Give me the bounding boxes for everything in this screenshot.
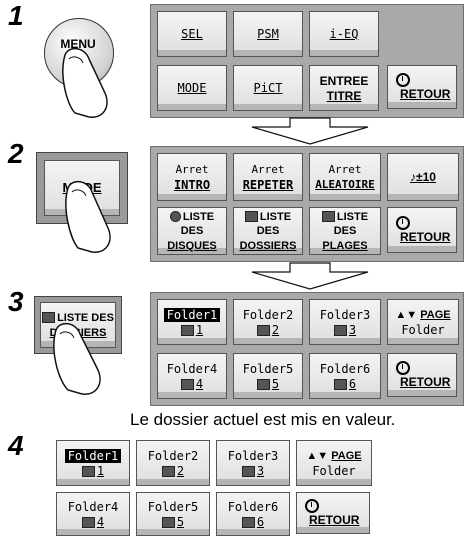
timer-icon bbox=[396, 73, 410, 87]
folder-icon bbox=[256, 378, 270, 390]
ieq-button[interactable]: i-EQ bbox=[309, 11, 379, 57]
page-arrows-icon: ▲▼ bbox=[306, 449, 332, 462]
retour-button[interactable]: RETOUR bbox=[387, 353, 457, 397]
mode-button[interactable]: MODE bbox=[157, 65, 227, 111]
timer-icon bbox=[396, 216, 410, 230]
folder-5-button[interactable]: Folder5 5 bbox=[233, 353, 303, 399]
finger-icon bbox=[53, 322, 101, 395]
folder-1-button[interactable]: Folder1 1 bbox=[56, 440, 130, 486]
folder-icon bbox=[81, 465, 95, 477]
page-folder-button[interactable]: ▲▼ PAGE Folder bbox=[387, 299, 459, 345]
liste-plages-button[interactable]: LISTE DES PLAGES bbox=[309, 207, 381, 255]
retour-button[interactable]: RETOUR bbox=[296, 492, 370, 534]
aleatoire-button[interactable]: Arret ALEATOIRE bbox=[309, 153, 381, 201]
panel-mode-menu: Arret INTRO Arret REPETER Arret ALEATOIRE ♪… bbox=[150, 146, 464, 262]
folder-icon bbox=[81, 516, 95, 528]
panel-folder-list: Folder1 1 Folder2 2 Folder3 3 ▲▼ PAGE Folder… bbox=[150, 292, 464, 406]
down-arrow-icon bbox=[251, 262, 369, 290]
folder-icon bbox=[180, 378, 194, 390]
folder-4-button[interactable]: Folder4 4 bbox=[56, 492, 130, 536]
step-number-4: 4 bbox=[8, 430, 24, 461]
liste-disques-button[interactable]: LISTE DES DISQUES bbox=[157, 207, 227, 255]
folder-icon bbox=[256, 324, 270, 336]
folder-icon bbox=[241, 516, 255, 528]
folder-icon bbox=[244, 211, 258, 223]
folder-icon bbox=[161, 465, 175, 477]
folder-icon bbox=[241, 465, 255, 477]
retour-button[interactable]: RETOUR bbox=[387, 65, 457, 109]
folder-icon bbox=[333, 324, 347, 336]
intro-button[interactable]: Arret INTRO bbox=[157, 153, 227, 201]
timer-icon bbox=[305, 499, 319, 513]
entree-titre-button[interactable]: ENTREE TITRE bbox=[309, 65, 379, 111]
retour-button[interactable]: RETOUR bbox=[387, 207, 457, 253]
volume-adjust-button[interactable]: ♪±10 bbox=[387, 153, 459, 201]
folder-icon bbox=[180, 324, 194, 336]
finger-icon bbox=[62, 47, 108, 118]
folder-2-button[interactable]: Folder2 2 bbox=[233, 299, 303, 345]
sel-button[interactable]: SEL bbox=[157, 11, 227, 57]
track-icon bbox=[321, 211, 335, 223]
folder-6-button[interactable]: Folder6 6 bbox=[309, 353, 381, 399]
folder-2-button[interactable]: Folder2 2 bbox=[136, 440, 210, 486]
psm-button[interactable]: PSM bbox=[233, 11, 303, 57]
pict-button[interactable]: PiCT bbox=[233, 65, 303, 111]
panel-main-menu: SEL PSM i-EQ MODE PiCT ENTREE TITRE RETOU… bbox=[150, 4, 464, 118]
step-number-2: 2 bbox=[8, 138, 24, 169]
timer-icon bbox=[396, 361, 410, 375]
folder-1-button[interactable]: Folder1 1 bbox=[157, 299, 227, 345]
finger-icon bbox=[65, 180, 111, 253]
repeter-button[interactable]: Arret REPETER bbox=[233, 153, 303, 201]
folder-3-button[interactable]: Folder3 3 bbox=[216, 440, 290, 486]
page-arrows-icon: ▲▼ bbox=[395, 308, 421, 321]
panel-folder-list-result: Folder1 1 Folder2 2 Folder3 3 ▲▼ PAGE Folder… bbox=[56, 440, 374, 536]
folder-4-button[interactable]: Folder4 4 bbox=[157, 353, 227, 399]
liste-dossiers-button[interactable]: LISTE DES DOSSIERS bbox=[233, 207, 303, 255]
step-number-1: 1 bbox=[8, 0, 24, 31]
folder-icon bbox=[161, 516, 175, 528]
folder-6-button[interactable]: Folder6 6 bbox=[216, 492, 290, 536]
disc-icon bbox=[169, 211, 181, 223]
folder-icon bbox=[333, 378, 347, 390]
page-folder-button[interactable]: ▲▼ PAGE Folder bbox=[296, 440, 372, 486]
folder-5-button[interactable]: Folder5 5 bbox=[136, 492, 210, 536]
step-number-3: 3 bbox=[8, 286, 24, 317]
caption: Le dossier actuel est mis en valeur. bbox=[130, 410, 396, 429]
folder-3-button[interactable]: Folder3 3 bbox=[309, 299, 381, 345]
down-arrow-icon bbox=[251, 117, 369, 145]
